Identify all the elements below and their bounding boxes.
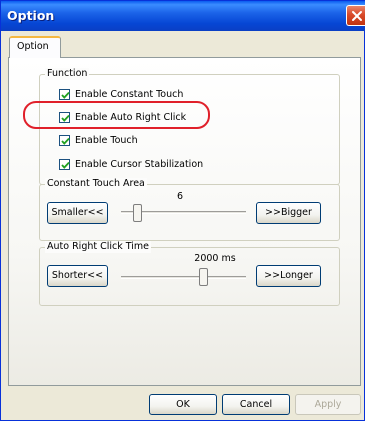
close-button[interactable] bbox=[346, 5, 365, 26]
auto-right-click-time-track[interactable] bbox=[121, 276, 246, 279]
constant-touch-area-slider-thumb[interactable] bbox=[133, 204, 142, 222]
checkmark-icon bbox=[61, 91, 70, 99]
checkbox-label: Enable Touch bbox=[75, 135, 138, 146]
cancel-button[interactable]: Cancel bbox=[222, 394, 290, 415]
auto-right-click-time-group: Auto Right Click Time 2000 ms Shorter<< … bbox=[39, 241, 340, 306]
constant-touch-area-value: 6 bbox=[176, 191, 184, 202]
checkbox-label: Enable Cursor Stabilization bbox=[75, 159, 204, 170]
function-legend: Function bbox=[45, 68, 90, 80]
cancel-button-label: Cancel bbox=[239, 399, 273, 410]
function-group: Function Enable Constant Touch Enable Au… bbox=[39, 68, 340, 185]
auto-right-click-time-slider-thumb[interactable] bbox=[199, 268, 208, 286]
close-icon bbox=[352, 11, 362, 21]
bigger-button[interactable]: >>Bigger bbox=[256, 202, 321, 224]
constant-touch-area-group: Constant Touch Area 6 Smaller<< >>Bigger bbox=[39, 178, 340, 241]
shorter-button[interactable]: Shorter<< bbox=[47, 265, 108, 287]
window-title: Option bbox=[7, 8, 55, 23]
checkmark-icon bbox=[61, 161, 70, 169]
bigger-button-label: >>Bigger bbox=[265, 207, 312, 218]
smaller-button-label: Smaller<< bbox=[51, 207, 104, 218]
ok-button[interactable]: OK bbox=[149, 394, 217, 415]
option-dialog: Option Option Function Enable Constant T… bbox=[0, 0, 365, 421]
checkbox-box[interactable] bbox=[59, 135, 70, 146]
highlight-ring bbox=[23, 101, 210, 129]
auto-right-click-time-value: 2000 ms bbox=[194, 253, 236, 264]
ok-button-label: OK bbox=[176, 399, 190, 410]
longer-button-label: >>Longer bbox=[264, 270, 313, 281]
auto-right-click-time-legend: Auto Right Click Time bbox=[45, 241, 152, 253]
checkbox-label: Enable Constant Touch bbox=[75, 89, 184, 100]
shorter-button-label: Shorter<< bbox=[51, 270, 104, 281]
title-bar[interactable]: Option bbox=[1, 1, 365, 31]
checkmark-icon bbox=[61, 137, 70, 145]
checkbox-box[interactable] bbox=[59, 89, 70, 100]
apply-button-label: Apply bbox=[314, 399, 342, 410]
checkbox-box[interactable] bbox=[59, 159, 70, 170]
apply-button[interactable]: Apply bbox=[295, 394, 361, 415]
tab-label: Option bbox=[17, 41, 49, 52]
longer-button[interactable]: >>Longer bbox=[256, 265, 321, 287]
smaller-button[interactable]: Smaller<< bbox=[47, 202, 108, 224]
constant-touch-area-legend: Constant Touch Area bbox=[45, 178, 147, 190]
tab-option[interactable]: Option bbox=[9, 36, 61, 58]
